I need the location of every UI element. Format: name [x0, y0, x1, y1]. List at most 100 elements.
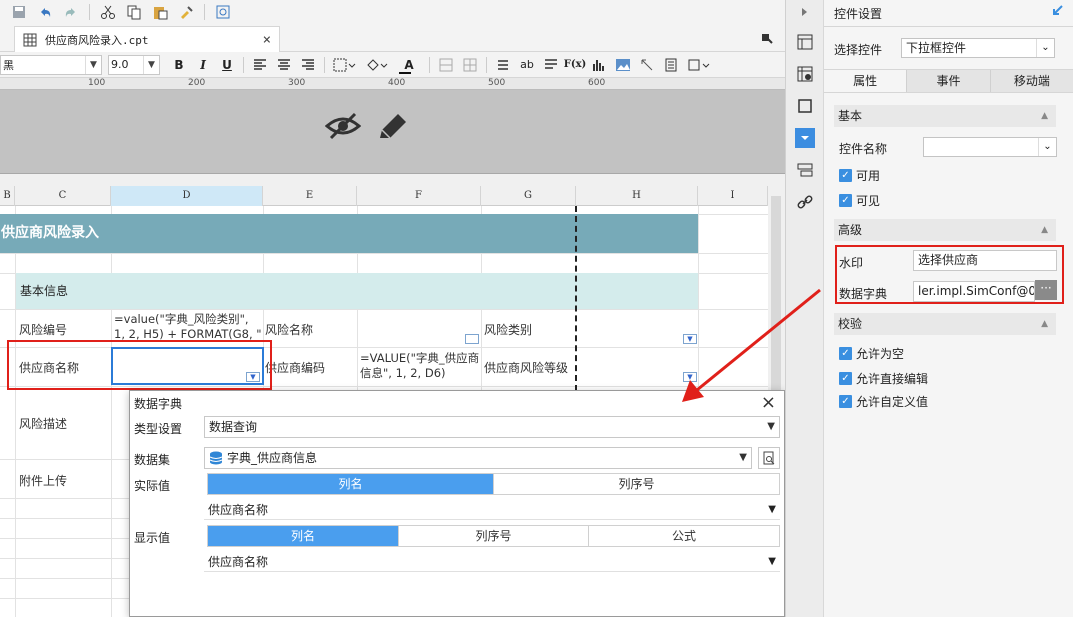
frame-icon[interactable] — [795, 96, 815, 116]
redo-icon[interactable] — [60, 2, 82, 22]
align-left-icon[interactable] — [249, 55, 271, 75]
chart-icon[interactable] — [588, 55, 610, 75]
dataset-preview-button[interactable] — [758, 447, 780, 469]
attach-label[interactable]: 附件上传 — [19, 472, 67, 489]
side-tool-strip — [785, 0, 823, 617]
column-header-e[interactable]: E — [263, 186, 357, 206]
section-basic-info-cell[interactable]: 基本信息 — [16, 273, 698, 309]
column-header-d[interactable]: D — [111, 186, 263, 206]
save-icon[interactable] — [8, 2, 30, 22]
insert-row-icon[interactable] — [492, 55, 514, 75]
text-ab-button[interactable]: ab — [516, 55, 538, 75]
database-icon — [209, 451, 223, 465]
hidden-eye-icon[interactable] — [325, 110, 361, 142]
copy-icon[interactable] — [123, 2, 145, 22]
display-seg-column-name[interactable]: 列名 — [208, 526, 399, 546]
tab-menu-icon[interactable] — [761, 32, 773, 47]
underline-button[interactable]: U — [216, 55, 238, 75]
split-cells-icon[interactable] — [459, 55, 481, 75]
formula-cell-f[interactable]: =VALUE("字典_供应商信息", 1, 2, D6) — [360, 351, 480, 383]
more-insert-icon[interactable] — [684, 55, 714, 75]
actual-seg-column-index[interactable]: 列序号 — [494, 474, 779, 494]
fill-color-icon[interactable] — [362, 55, 392, 75]
allow-custom-checkbox[interactable]: ✓ 允许自定义值 — [839, 393, 928, 410]
allow-edit-checkbox[interactable]: ✓ 允许直接编辑 — [839, 370, 928, 387]
visible-checkbox[interactable]: ✓ 可见 — [839, 192, 880, 209]
image-icon[interactable] — [612, 55, 634, 75]
actual-seg-column-name[interactable]: 列名 — [208, 474, 494, 494]
actual-value-select[interactable]: 供应商名称 ▼ — [204, 500, 780, 520]
widget-icon[interactable] — [660, 55, 682, 75]
dock-arrow-icon[interactable] — [1051, 5, 1063, 21]
risk-desc-label[interactable]: 风险描述 — [19, 415, 67, 432]
chevron-down-icon: ▼ — [768, 556, 776, 567]
border-icon[interactable] — [330, 55, 360, 75]
supplier-level-label[interactable]: 供应商风险等级 — [484, 359, 568, 376]
scrollbar-thumb[interactable] — [771, 196, 781, 396]
section-advanced[interactable]: 高级 ▲ — [834, 219, 1056, 241]
cell-attributes-icon[interactable] — [795, 64, 815, 84]
edit-pencil-icon[interactable] — [376, 110, 410, 142]
font-color-button[interactable]: A — [394, 55, 424, 75]
section-validation[interactable]: 校验 ▲ — [834, 313, 1056, 335]
merge-cells-icon[interactable] — [435, 55, 457, 75]
widget-type-select[interactable]: 下拉框控件 ⌄ — [901, 38, 1055, 58]
collapse-right-icon[interactable] — [795, 2, 815, 22]
align-right-icon[interactable] — [297, 55, 319, 75]
type-select[interactable]: 数据查询 ▼ — [204, 416, 780, 438]
preview-icon[interactable] — [212, 2, 234, 22]
risk-type-label[interactable]: 风险类别 — [484, 321, 532, 338]
grid-file-icon — [23, 33, 37, 46]
display-seg-formula[interactable]: 公式 — [589, 526, 779, 546]
tab-events[interactable]: 事件 — [907, 70, 991, 92]
column-header-h[interactable]: H — [576, 186, 698, 206]
grid-line — [0, 309, 768, 310]
font-size-select[interactable]: 9.0 ▼ — [108, 54, 160, 75]
cell-properties-icon[interactable] — [795, 32, 815, 52]
dataset-select[interactable]: 字典_供应商信息 ▼ — [204, 447, 752, 469]
widget-settings-icon[interactable] — [795, 128, 815, 148]
condition-attribute-icon[interactable] — [795, 160, 815, 180]
display-value-segment[interactable]: 列名 列序号 公式 — [207, 525, 780, 547]
enabled-checkbox[interactable]: ✓ 可用 — [839, 167, 880, 184]
tab-report-file[interactable]: 供应商风险录入.cpt × — [14, 26, 280, 52]
widget-name-input[interactable]: ⌄ — [923, 137, 1057, 157]
dialog-title: 数据字典 — [134, 397, 183, 411]
section-validation-title: 校验 — [838, 317, 863, 331]
hyperlink-icon[interactable] — [795, 192, 815, 212]
bold-button[interactable]: B — [168, 55, 190, 75]
risk-name-label[interactable]: 风险名称 — [265, 321, 313, 338]
column-header-i[interactable]: I — [698, 186, 768, 206]
tab-close-icon[interactable]: × — [263, 32, 271, 48]
horizontal-ruler: 100 200 300 400 500 600 — [0, 78, 785, 90]
formula-button[interactable]: F(x) — [564, 55, 587, 75]
dialog-close-icon[interactable]: × — [761, 392, 776, 413]
column-header-c[interactable]: C — [15, 186, 111, 206]
tab-mobile[interactable]: 移动端 — [990, 70, 1073, 92]
format-brush-icon[interactable] — [175, 2, 197, 22]
column-header-f[interactable]: F — [357, 186, 481, 206]
risk-no-label[interactable]: 风险编号 — [19, 321, 67, 338]
paragraph-icon[interactable] — [540, 55, 562, 75]
paste-icon[interactable] — [149, 2, 171, 22]
supplier-code-label[interactable]: 供应商编码 — [265, 359, 325, 376]
allow-edit-label: 允许直接编辑 — [856, 372, 929, 386]
display-seg-column-index[interactable]: 列序号 — [399, 526, 589, 546]
tab-properties[interactable]: 属性 — [824, 70, 908, 92]
font-family-select[interactable]: 黑 ▼ — [0, 54, 102, 75]
slash-icon[interactable] — [636, 55, 658, 75]
italic-button[interactable]: I — [192, 55, 214, 75]
allow-empty-checkbox[interactable]: ✓ 允许为空 — [839, 345, 904, 362]
actual-value-segment[interactable]: 列名 列序号 — [207, 473, 780, 495]
cut-icon[interactable] — [97, 2, 119, 22]
align-center-icon[interactable] — [273, 55, 295, 75]
highlight-box-advanced — [835, 245, 1064, 304]
section-basic[interactable]: 基本 ▲ — [834, 105, 1056, 127]
column-header-g[interactable]: G — [481, 186, 576, 206]
dataset-label: 数据集 — [134, 453, 171, 467]
display-value-select[interactable]: 供应商名称 ▼ — [204, 552, 780, 572]
undo-icon[interactable] — [34, 2, 56, 22]
column-header-b[interactable]: B — [0, 186, 15, 206]
report-title-cell[interactable]: 供应商风险录入 — [0, 214, 698, 253]
toolbar-divider — [429, 56, 430, 73]
